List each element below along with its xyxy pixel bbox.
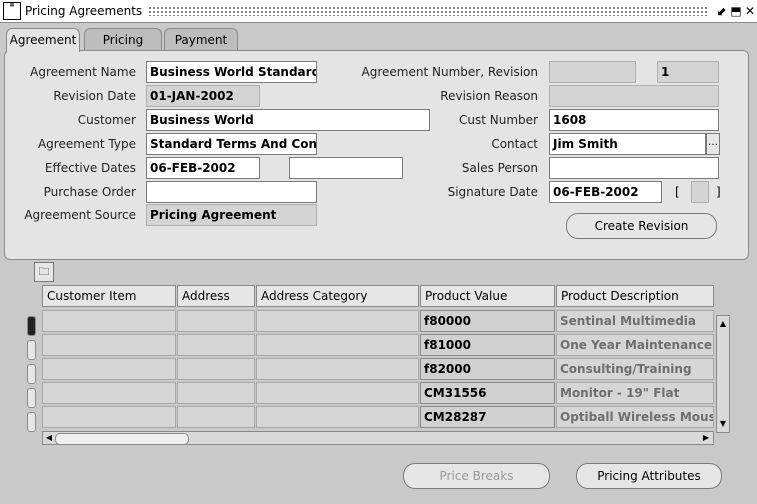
- agreement-number-field: [549, 61, 636, 83]
- purchase-order-field[interactable]: [146, 181, 317, 203]
- agreement-panel: Agreement Name Revision Date Customer Ag…: [4, 50, 749, 260]
- product-description-cell: Sentinal Multimedia: [556, 310, 714, 332]
- product-description-cell: One Year Maintenance - Sentinal: [556, 334, 714, 356]
- address-category-cell[interactable]: [256, 358, 419, 380]
- product-value-cell[interactable]: CM31556: [420, 382, 555, 404]
- effective-dates-label: Effective Dates: [44, 161, 136, 175]
- col-address-category[interactable]: Address Category: [256, 285, 419, 307]
- effective-date-from-field[interactable]: 06-FEB-2002: [146, 157, 260, 179]
- sales-person-label: Sales Person: [461, 161, 538, 175]
- signature-date-label: Signature Date: [447, 185, 538, 199]
- agreement-type-field[interactable]: Standard Terms And Conditions: [146, 133, 317, 155]
- product-description-cell: Monitor - 19" Flat: [556, 382, 714, 404]
- cust-number-field[interactable]: 1608: [549, 109, 719, 131]
- revision-reason-field: [549, 85, 719, 107]
- customer-item-cell[interactable]: [42, 358, 176, 380]
- product-description-cell: Consulting/Training: [556, 358, 714, 380]
- col-product-description[interactable]: Product Description: [556, 285, 714, 307]
- pricing-attributes-button[interactable]: Pricing Attributes: [576, 463, 722, 489]
- descriptive-flex-bracket-close: ]: [716, 185, 721, 199]
- tab-payment[interactable]: Payment: [164, 28, 238, 50]
- scroll-up-icon[interactable]: ▲: [717, 318, 729, 330]
- customer-item-cell[interactable]: [42, 382, 176, 404]
- address-cell[interactable]: [177, 358, 255, 380]
- window-title: Pricing Agreements: [25, 4, 143, 18]
- agreement-revision-field: 1: [657, 61, 719, 83]
- customer-item-cell[interactable]: [42, 406, 176, 428]
- descriptive-flex-bracket-open: [: [675, 185, 680, 199]
- col-address[interactable]: Address: [177, 285, 255, 307]
- close-icon[interactable]: ✕: [743, 4, 757, 18]
- revision-date-field: 01-JAN-2002: [146, 85, 260, 107]
- address-category-cell[interactable]: [256, 406, 419, 428]
- col-customer-item[interactable]: Customer Item: [42, 285, 176, 307]
- product-value-cell[interactable]: f82000: [420, 358, 555, 380]
- address-category-cell[interactable]: [256, 334, 419, 356]
- window-title-bar: ▦ Pricing Agreements ⬋ ⬒ ✕: [0, 0, 757, 23]
- vertical-scrollbar[interactable]: ▲ ▼: [716, 315, 730, 433]
- scroll-left-icon[interactable]: ◀: [43, 432, 55, 444]
- address-category-cell[interactable]: [256, 382, 419, 404]
- product-value-cell[interactable]: f81000: [420, 334, 555, 356]
- sales-person-field[interactable]: [549, 157, 719, 179]
- product-description-cell: Optiball Wireless Mouse: [556, 406, 714, 428]
- oracle-forms-icon: ▦: [3, 2, 21, 20]
- agreement-name-field[interactable]: Business World Standard Agreement: [146, 61, 317, 83]
- maximize-icon[interactable]: ⬒: [729, 4, 743, 18]
- revision-date-label: Revision Date: [53, 89, 136, 103]
- contact-field[interactable]: Jim Smith: [549, 133, 706, 155]
- customer-item-cell[interactable]: [42, 310, 176, 332]
- product-value-cell[interactable]: f80000: [420, 310, 555, 332]
- price-breaks-button[interactable]: Price Breaks: [403, 463, 550, 489]
- row-selector[interactable]: [27, 316, 36, 336]
- agreement-name-label: Agreement Name: [30, 65, 136, 79]
- contact-lov-button[interactable]: …: [706, 133, 720, 155]
- row-selector[interactable]: [27, 340, 36, 360]
- descriptive-flexfield[interactable]: [691, 181, 709, 203]
- scroll-right-icon[interactable]: ▶: [700, 432, 712, 444]
- row-selector[interactable]: [27, 412, 36, 432]
- agreement-source-field: Pricing Agreement: [146, 204, 317, 226]
- agreement-number-label: Agreement Number, Revision: [361, 65, 538, 79]
- col-product-value[interactable]: Product Value: [420, 285, 555, 307]
- row-selector[interactable]: [27, 364, 36, 384]
- row-selector[interactable]: [27, 388, 36, 408]
- folder-icon[interactable]: 🗀: [34, 262, 54, 282]
- product-value-cell[interactable]: CM28287: [420, 406, 555, 428]
- address-cell[interactable]: [177, 382, 255, 404]
- agreement-type-label: Agreement Type: [37, 137, 136, 151]
- cust-number-label: Cust Number: [459, 113, 538, 127]
- revision-reason-label: Revision Reason: [440, 89, 538, 103]
- customer-label: Customer: [77, 113, 136, 127]
- agreement-source-label: Agreement Source: [24, 208, 136, 222]
- address-category-cell[interactable]: [256, 310, 419, 332]
- title-bar-grip: [148, 6, 709, 16]
- purchase-order-label: Purchase Order: [43, 185, 136, 199]
- customer-item-cell[interactable]: [42, 334, 176, 356]
- address-cell[interactable]: [177, 334, 255, 356]
- scroll-down-icon[interactable]: ▼: [717, 418, 729, 430]
- address-cell[interactable]: [177, 406, 255, 428]
- contact-label: Contact: [491, 137, 538, 151]
- address-cell[interactable]: [177, 310, 255, 332]
- horizontal-scrollbar[interactable]: ◀ ▶: [42, 431, 714, 445]
- create-revision-button[interactable]: Create Revision: [566, 213, 717, 239]
- minimize-icon[interactable]: ⬋: [715, 4, 729, 18]
- horizontal-scroll-thumb[interactable]: [55, 433, 189, 445]
- tab-agreement[interactable]: Agreement: [6, 28, 80, 52]
- tab-pricing[interactable]: Pricing: [84, 28, 162, 50]
- signature-date-field[interactable]: 06-FEB-2002: [549, 181, 662, 203]
